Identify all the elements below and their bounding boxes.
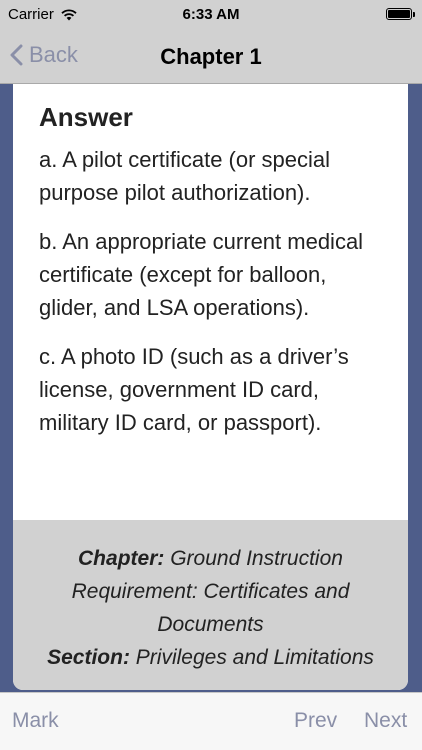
mark-button[interactable]: Mark	[12, 709, 59, 733]
section-info: Section: Privileges and Limitations	[23, 641, 398, 674]
answer-content: Answer a. A pilot certificate (or specia…	[13, 84, 408, 439]
answer-item-c: c. A photo ID (such as a driver’s licens…	[39, 344, 349, 435]
battery-icon	[386, 8, 415, 20]
status-bar: Carrier 6:33 AM	[0, 0, 422, 30]
page-title: Chapter 1	[160, 44, 262, 69]
chapter-info: Chapter: Ground Instruction Requirement:…	[23, 542, 398, 641]
chapter-label: Chapter:	[78, 547, 165, 570]
section-label: Section:	[47, 646, 130, 669]
bottom-toolbar: Mark Prev Next	[0, 692, 422, 750]
chapter-section-info: Chapter: Ground Instruction Requirement:…	[13, 520, 408, 690]
answer-item-a: a. A pilot certificate (or special purpo…	[39, 147, 331, 205]
answer-heading: Answer	[39, 102, 133, 132]
next-button[interactable]: Next	[364, 709, 407, 733]
answer-item-b: b. An appropriate current medical certif…	[39, 229, 364, 320]
prev-button[interactable]: Prev	[294, 709, 337, 733]
status-time: 6:33 AM	[182, 6, 240, 23]
section-value: Privileges and Limitations	[135, 646, 374, 669]
navigation-bar: Back Chapter 1	[0, 30, 422, 84]
answer-card: Answer a. A pilot certificate (or specia…	[13, 84, 408, 690]
